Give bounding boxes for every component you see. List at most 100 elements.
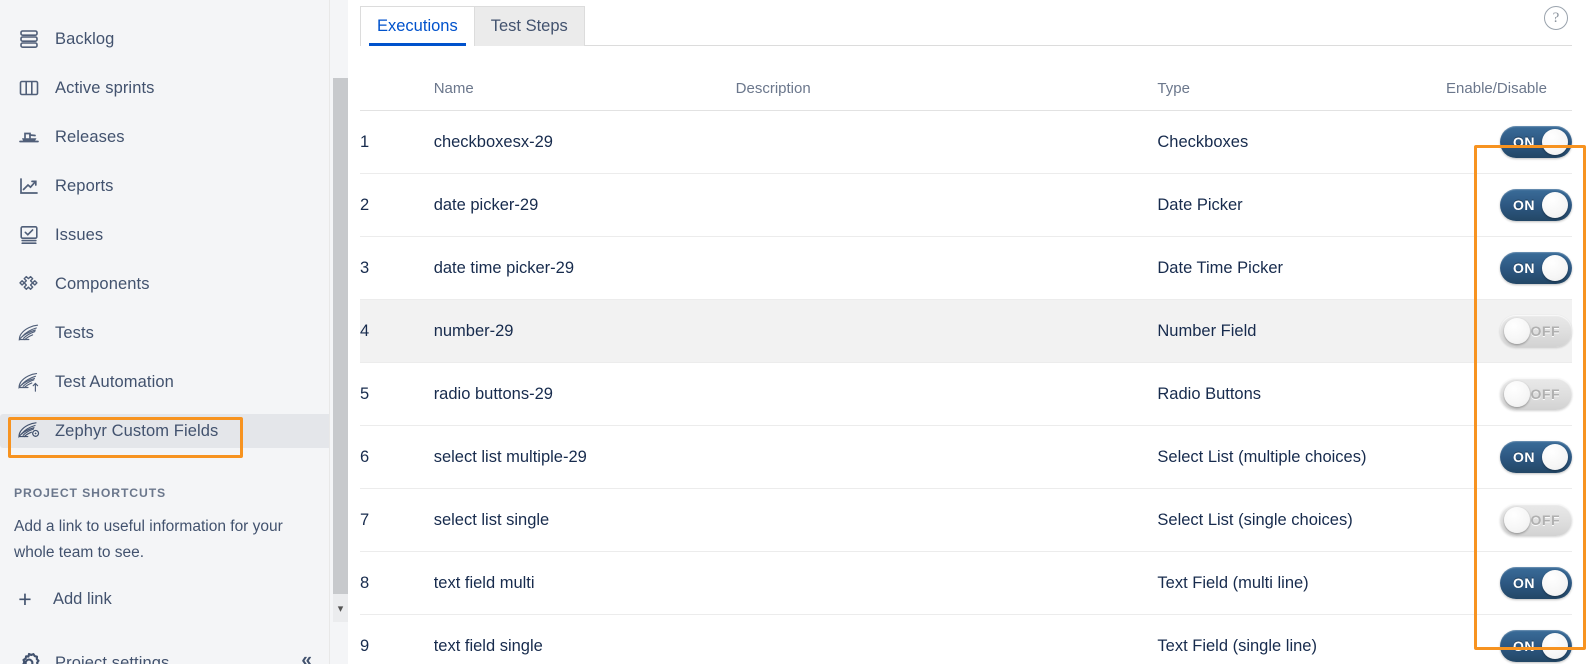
enable-disable-toggle[interactable]: ON bbox=[1500, 126, 1572, 158]
cell-description bbox=[736, 489, 1158, 552]
sidebar-item-label: Active sprints bbox=[44, 79, 155, 98]
table-row[interactable]: 9text field singleText Field (single lin… bbox=[360, 615, 1572, 664]
cell-name: select list single bbox=[434, 489, 736, 552]
tab-label: Test Steps bbox=[491, 17, 568, 36]
enable-disable-toggle[interactable]: ON bbox=[1500, 189, 1572, 221]
sidebar-item-zephyr-custom-fields[interactable]: Zephyr Custom Fields bbox=[0, 414, 332, 448]
sidebar-item-active-sprints[interactable]: Active sprints bbox=[0, 71, 332, 105]
cell-name: radio buttons-29 bbox=[434, 363, 736, 426]
cell-name: number-29 bbox=[434, 300, 736, 363]
column-header-enable-disable: Enable/Disable bbox=[1446, 80, 1572, 111]
sidebar-item-tests[interactable]: Tests bbox=[0, 316, 332, 350]
cell-enable-disable: ON bbox=[1446, 111, 1572, 174]
sidebar-item-backlog[interactable]: Backlog bbox=[0, 22, 332, 56]
cell-enable-disable: OFF bbox=[1446, 363, 1572, 426]
table-row[interactable]: 6select list multiple-29Select List (mul… bbox=[360, 426, 1572, 489]
toggle-knob bbox=[1542, 633, 1568, 659]
enable-disable-toggle[interactable]: OFF bbox=[1500, 504, 1572, 536]
sidebar-scrollbar[interactable]: ▾ bbox=[330, 0, 348, 664]
sidebar-item-label: Components bbox=[44, 275, 150, 294]
cell-description bbox=[736, 552, 1158, 615]
sidebar-item-project-settings[interactable]: Project settings bbox=[0, 648, 348, 664]
column-header-type[interactable]: Type bbox=[1157, 80, 1446, 111]
toggle-label: ON bbox=[1513, 635, 1535, 658]
cell-name: text field multi bbox=[434, 552, 736, 615]
cell-index: 3 bbox=[360, 237, 434, 300]
cell-description bbox=[736, 615, 1158, 664]
enable-disable-toggle[interactable]: ON bbox=[1500, 441, 1572, 473]
tab-test-steps[interactable]: Test Steps bbox=[474, 6, 585, 46]
column-header-index bbox=[360, 80, 434, 111]
cell-type: Select List (multiple choices) bbox=[1157, 426, 1446, 489]
table-row[interactable]: 2date picker-29Date PickerON bbox=[360, 174, 1572, 237]
cell-type: Number Field bbox=[1157, 300, 1446, 363]
enable-disable-toggle[interactable]: OFF bbox=[1500, 378, 1572, 410]
nav-spacer bbox=[0, 301, 348, 316]
cell-name: date time picker-29 bbox=[434, 237, 736, 300]
tab-executions[interactable]: Executions bbox=[360, 6, 475, 46]
nav-spacer bbox=[0, 154, 348, 169]
sidebar-item-reports[interactable]: Reports bbox=[0, 169, 332, 203]
cell-type: Text Field (single line) bbox=[1157, 615, 1446, 664]
ship-icon bbox=[14, 122, 44, 152]
components-icon bbox=[14, 269, 44, 299]
cell-description bbox=[736, 174, 1158, 237]
collapse-left-icon[interactable]: « bbox=[301, 650, 312, 664]
enable-disable-toggle[interactable]: ON bbox=[1500, 567, 1572, 599]
cell-index: 2 bbox=[360, 174, 434, 237]
enable-disable-toggle[interactable]: OFF bbox=[1500, 315, 1572, 347]
nav-spacer bbox=[0, 105, 348, 120]
toggle-label: ON bbox=[1513, 446, 1535, 469]
add-link-button[interactable]: + Add link bbox=[0, 588, 348, 610]
table-row[interactable]: 1checkboxesx-29 Checkboxes ON bbox=[360, 111, 1572, 174]
enable-disable-toggle[interactable]: ON bbox=[1500, 252, 1572, 284]
table-row[interactable]: 5radio buttons-29Radio ButtonsOFF bbox=[360, 363, 1572, 426]
table-row[interactable]: 7select list singleSelect List (single c… bbox=[360, 489, 1572, 552]
sidebar-scrollbar-thumb[interactable] bbox=[333, 78, 348, 600]
tab-bar: Executions Test Steps bbox=[360, 0, 1590, 46]
cell-enable-disable: ON bbox=[1446, 237, 1572, 300]
tab-label: Executions bbox=[377, 17, 458, 36]
zephyr-wing-arrow-icon bbox=[14, 367, 44, 397]
sidebar-item-issues[interactable]: Issues bbox=[0, 218, 332, 252]
cell-index: 8 bbox=[360, 552, 434, 615]
toggle-knob bbox=[1504, 318, 1530, 344]
cell-index: 1 bbox=[360, 111, 434, 174]
table-row[interactable]: 4number-29Number FieldOFF bbox=[360, 300, 1572, 363]
column-header-name[interactable]: Name bbox=[434, 80, 736, 111]
custom-fields-table: Name Description Type Enable/Disable 1ch… bbox=[360, 80, 1572, 664]
cell-enable-disable: OFF bbox=[1446, 300, 1572, 363]
toggle-label: ON bbox=[1513, 257, 1535, 280]
cell-type: Checkboxes bbox=[1157, 111, 1446, 174]
sidebar-item-components[interactable]: Components bbox=[0, 267, 332, 301]
enable-disable-toggle[interactable]: ON bbox=[1500, 630, 1572, 662]
nav-spacer bbox=[0, 252, 348, 267]
toggle-knob bbox=[1504, 507, 1530, 533]
board-icon bbox=[14, 73, 44, 103]
zephyr-wing-icon bbox=[14, 318, 44, 348]
gear-icon bbox=[14, 648, 44, 664]
toggle-knob bbox=[1542, 570, 1568, 596]
nav-spacer bbox=[0, 399, 348, 414]
project-sidebar: Backlog Active sprints bbox=[0, 0, 348, 664]
sidebar-item-label: Tests bbox=[44, 324, 94, 343]
chevron-down-icon[interactable]: ▾ bbox=[333, 594, 348, 622]
toggle-label: ON bbox=[1513, 131, 1535, 154]
cell-enable-disable: ON bbox=[1446, 552, 1572, 615]
cell-index: 7 bbox=[360, 489, 434, 552]
sidebar-item-releases[interactable]: Releases bbox=[0, 120, 332, 154]
table-row[interactable]: 3date time picker-29Date Time PickerON bbox=[360, 237, 1572, 300]
cell-name: checkboxesx-29 bbox=[434, 111, 736, 174]
column-header-description[interactable]: Description bbox=[736, 80, 1158, 111]
table-row[interactable]: 8text field multiText Field (multi line)… bbox=[360, 552, 1572, 615]
toggle-knob bbox=[1542, 444, 1568, 470]
cell-index: 5 bbox=[360, 363, 434, 426]
chart-icon bbox=[14, 171, 44, 201]
project-settings-label: Project settings bbox=[44, 654, 169, 664]
add-link-label: Add link bbox=[36, 590, 112, 609]
app-root: Backlog Active sprints bbox=[0, 0, 1590, 664]
zephyr-wing-gear-icon bbox=[14, 416, 44, 446]
table-header: Name Description Type Enable/Disable bbox=[360, 80, 1572, 111]
sidebar-item-test-automation[interactable]: Test Automation bbox=[0, 365, 332, 399]
toggle-label: OFF bbox=[1531, 383, 1561, 406]
